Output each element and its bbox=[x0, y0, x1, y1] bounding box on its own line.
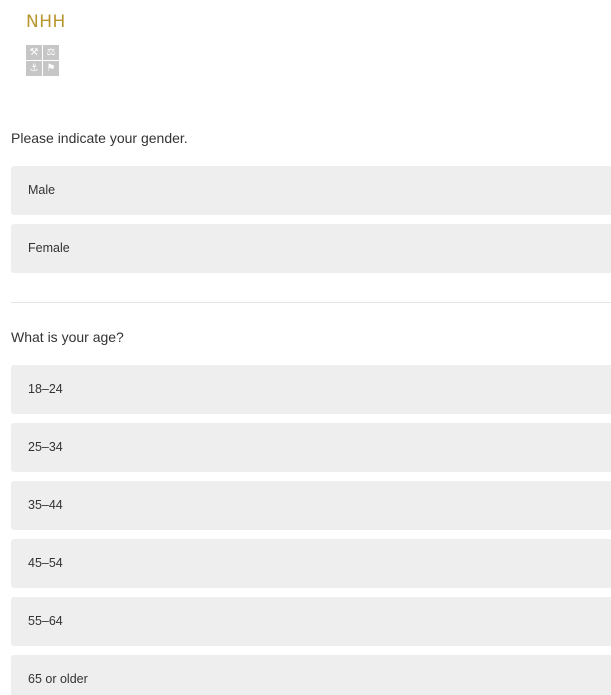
gender-option-male[interactable]: Male bbox=[11, 166, 611, 215]
age-option-45-54[interactable]: 45–54 bbox=[11, 539, 611, 588]
age-option-25-34[interactable]: 25–34 bbox=[11, 423, 611, 472]
brand-header: NHH ⚒ ⚖ ⚓ ⚑ bbox=[26, 12, 66, 76]
gender-option-female[interactable]: Female bbox=[11, 224, 611, 273]
age-option-55-64[interactable]: 55–64 bbox=[11, 597, 611, 646]
scales-icon: ⚖ bbox=[43, 45, 59, 60]
age-question-text: What is your age? bbox=[11, 329, 124, 345]
gender-question-text: Please indicate your gender. bbox=[11, 130, 188, 146]
age-option-18-24[interactable]: 18–24 bbox=[11, 365, 611, 414]
anchor-icon: ⚓ bbox=[26, 61, 42, 76]
age-option-65-or-older[interactable]: 65 or older bbox=[11, 655, 611, 695]
emblem-icon: ⚒ ⚖ ⚓ ⚑ bbox=[26, 45, 59, 76]
survey-page: NHH ⚒ ⚖ ⚓ ⚑ Please indicate your gender.… bbox=[0, 0, 611, 695]
question-divider bbox=[11, 302, 611, 303]
ship-icon: ⚑ bbox=[43, 61, 59, 76]
brand-logo-text: NHH bbox=[26, 12, 66, 32]
hammers-icon: ⚒ bbox=[26, 45, 42, 60]
age-option-35-44[interactable]: 35–44 bbox=[11, 481, 611, 530]
